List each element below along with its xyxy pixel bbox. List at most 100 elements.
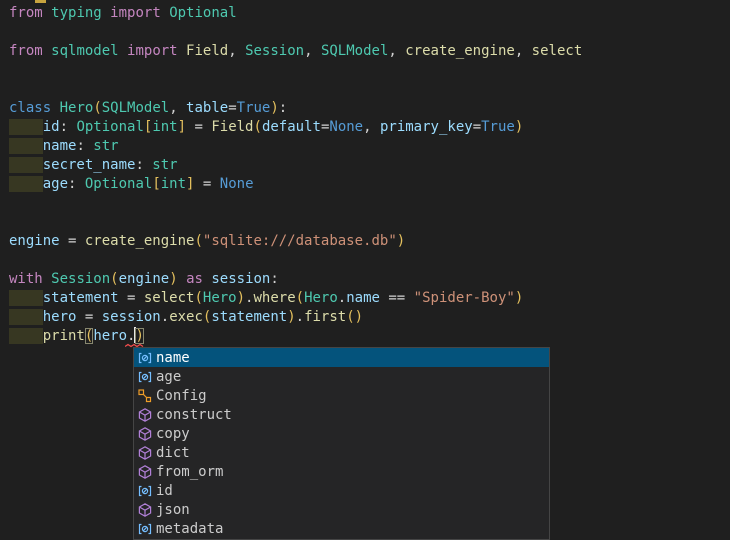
code-token: sqlmodel xyxy=(51,43,118,59)
code-token: secret_name xyxy=(43,157,136,173)
code-area[interactable]: from typing import Optionalfrom sqlmodel… xyxy=(9,4,730,346)
code-token: , xyxy=(169,100,186,116)
indent-highlight xyxy=(9,290,43,306)
code-line[interactable] xyxy=(9,80,730,99)
code-line[interactable] xyxy=(9,213,730,232)
code-line[interactable]: age: Optional[int] = None xyxy=(9,175,730,194)
suggestion-item-construct[interactable]: construct xyxy=(134,405,549,424)
code-token: name xyxy=(346,290,380,306)
code-token: Field xyxy=(186,43,228,59)
code-token: import xyxy=(127,43,178,59)
code-token: ) xyxy=(135,328,143,344)
code-token: engine xyxy=(9,233,60,249)
code-line[interactable]: from typing import Optional xyxy=(9,4,730,23)
suggestion-item-copy[interactable]: copy xyxy=(134,424,549,443)
code-token: : xyxy=(279,100,287,116)
autocomplete-popup: name ageConfigconstruct copydictfrom_ormid… xyxy=(133,347,550,540)
code-line[interactable]: with Session(engine) as session: xyxy=(9,270,730,289)
code-token: Hero xyxy=(203,290,237,306)
suggestion-item-json[interactable]: json xyxy=(134,500,549,519)
code-token: . xyxy=(161,309,169,325)
code-token: from xyxy=(9,5,43,21)
code-token: : xyxy=(76,138,93,154)
suggestion-item-Config[interactable]: Config xyxy=(134,386,549,405)
code-token: Field xyxy=(211,119,253,135)
code-line[interactable]: from sqlmodel import Field, Session, SQL… xyxy=(9,42,730,61)
code-token xyxy=(119,43,127,59)
code-token: name xyxy=(43,138,77,154)
code-token xyxy=(43,43,51,59)
code-editor[interactable]: from typing import Optionalfrom sqlmodel… xyxy=(0,0,730,540)
symbol-method-icon xyxy=(137,426,153,442)
code-token: engine xyxy=(119,271,170,287)
suggestion-item-dict[interactable]: dict xyxy=(134,443,549,462)
code-token: ) xyxy=(397,233,405,249)
code-token: ) xyxy=(270,100,278,116)
code-token: class xyxy=(9,100,51,116)
code-token: create_engine xyxy=(85,233,195,249)
code-line[interactable] xyxy=(9,61,730,80)
code-token: default xyxy=(262,119,321,135)
code-line[interactable]: id: Optional[int] = Field(default=None, … xyxy=(9,118,730,137)
suggestion-label: age xyxy=(156,369,181,385)
suggestion-label: id xyxy=(156,483,173,499)
code-token: ) xyxy=(237,290,245,306)
suggestion-item-from_orm[interactable]: from_orm xyxy=(134,462,549,481)
code-line[interactable]: secret_name: str xyxy=(9,156,730,175)
code-token: [ xyxy=(152,176,160,192)
code-token: : xyxy=(68,176,85,192)
code-token: , xyxy=(515,43,532,59)
code-token xyxy=(178,43,186,59)
code-token: ) xyxy=(287,309,295,325)
code-token: Hero xyxy=(60,100,94,116)
code-line[interactable]: hero = session.exec(statement).first() xyxy=(9,308,730,327)
code-token: from xyxy=(9,43,43,59)
code-token: ) xyxy=(355,309,363,325)
code-token: statement xyxy=(43,290,119,306)
code-line[interactable]: name: str xyxy=(9,137,730,156)
code-token: hero xyxy=(43,309,77,325)
code-token: id xyxy=(43,119,60,135)
clipped-line-fragment xyxy=(35,0,46,3)
code-token: SQLModel xyxy=(102,100,169,116)
code-token: = xyxy=(119,290,144,306)
code-line[interactable]: class Hero(SQLModel, table=True): xyxy=(9,99,730,118)
suggestion-label: copy xyxy=(156,426,190,442)
code-token: : xyxy=(60,119,77,135)
code-token: ( xyxy=(346,309,354,325)
indent-highlight xyxy=(9,138,43,154)
code-line[interactable]: print(hero.) xyxy=(9,327,730,346)
code-token: print xyxy=(43,328,85,344)
suggestion-item-metadata[interactable]: metadata xyxy=(134,519,549,538)
indent-highlight xyxy=(9,157,43,173)
code-line[interactable]: statement = select(Hero).where(Hero.name… xyxy=(9,289,730,308)
symbol-field-icon xyxy=(137,350,153,366)
code-token: int xyxy=(152,119,177,135)
code-token: : xyxy=(135,157,152,173)
code-token: = xyxy=(473,119,481,135)
code-line[interactable] xyxy=(9,23,730,42)
symbol-field-icon xyxy=(137,369,153,385)
code-token: = xyxy=(228,100,236,116)
suggestion-item-id[interactable]: id xyxy=(134,481,549,500)
code-token: int xyxy=(161,176,186,192)
suggestion-item-age[interactable]: age xyxy=(134,367,549,386)
code-token: str xyxy=(93,138,118,154)
suggestion-item-name[interactable]: name xyxy=(134,348,549,367)
code-token: table xyxy=(186,100,228,116)
code-token: . xyxy=(338,290,346,306)
code-token: == xyxy=(380,290,414,306)
code-line[interactable] xyxy=(9,194,730,213)
code-token xyxy=(43,271,51,287)
code-token xyxy=(161,5,169,21)
code-line[interactable] xyxy=(9,251,730,270)
code-token: statement xyxy=(211,309,287,325)
suggestion-label: metadata xyxy=(156,521,223,537)
code-token: typing xyxy=(51,5,102,21)
symbol-class-icon xyxy=(137,388,153,404)
code-token: with xyxy=(9,271,43,287)
code-token: import xyxy=(110,5,161,21)
code-line[interactable]: engine = create_engine("sqlite:///databa… xyxy=(9,232,730,251)
code-token: = xyxy=(60,233,85,249)
code-token: None xyxy=(329,119,363,135)
